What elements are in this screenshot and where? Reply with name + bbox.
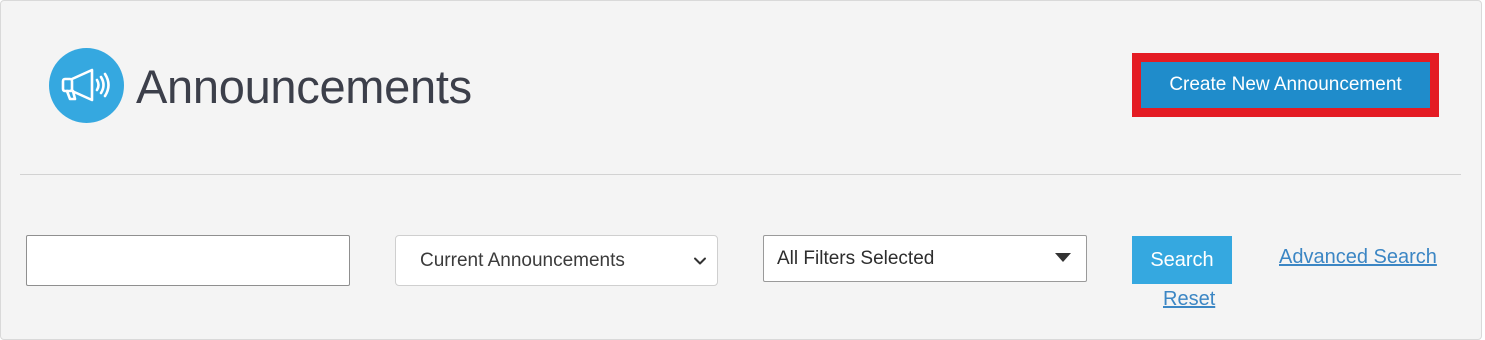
search-input[interactable] bbox=[26, 235, 350, 286]
search-button[interactable]: Search bbox=[1132, 236, 1232, 284]
announcement-status-select[interactable]: Current Announcements bbox=[395, 235, 718, 286]
reset-link[interactable]: Reset bbox=[1163, 288, 1215, 311]
announcements-panel: Announcements Create New Announcement Cu… bbox=[0, 0, 1482, 340]
chevron-down-icon bbox=[694, 257, 706, 265]
filters-selected: All Filters Selected bbox=[777, 247, 935, 269]
create-new-announcement-button[interactable]: Create New Announcement bbox=[1141, 62, 1430, 108]
page-title: Announcements bbox=[136, 60, 472, 113]
announcement-status-selected: Current Announcements bbox=[420, 249, 625, 271]
filters-select[interactable]: All Filters Selected bbox=[763, 235, 1087, 282]
caret-down-icon bbox=[1055, 253, 1071, 262]
divider bbox=[20, 174, 1461, 175]
megaphone-icon bbox=[49, 48, 124, 123]
advanced-search-link[interactable]: Advanced Search bbox=[1279, 246, 1437, 269]
